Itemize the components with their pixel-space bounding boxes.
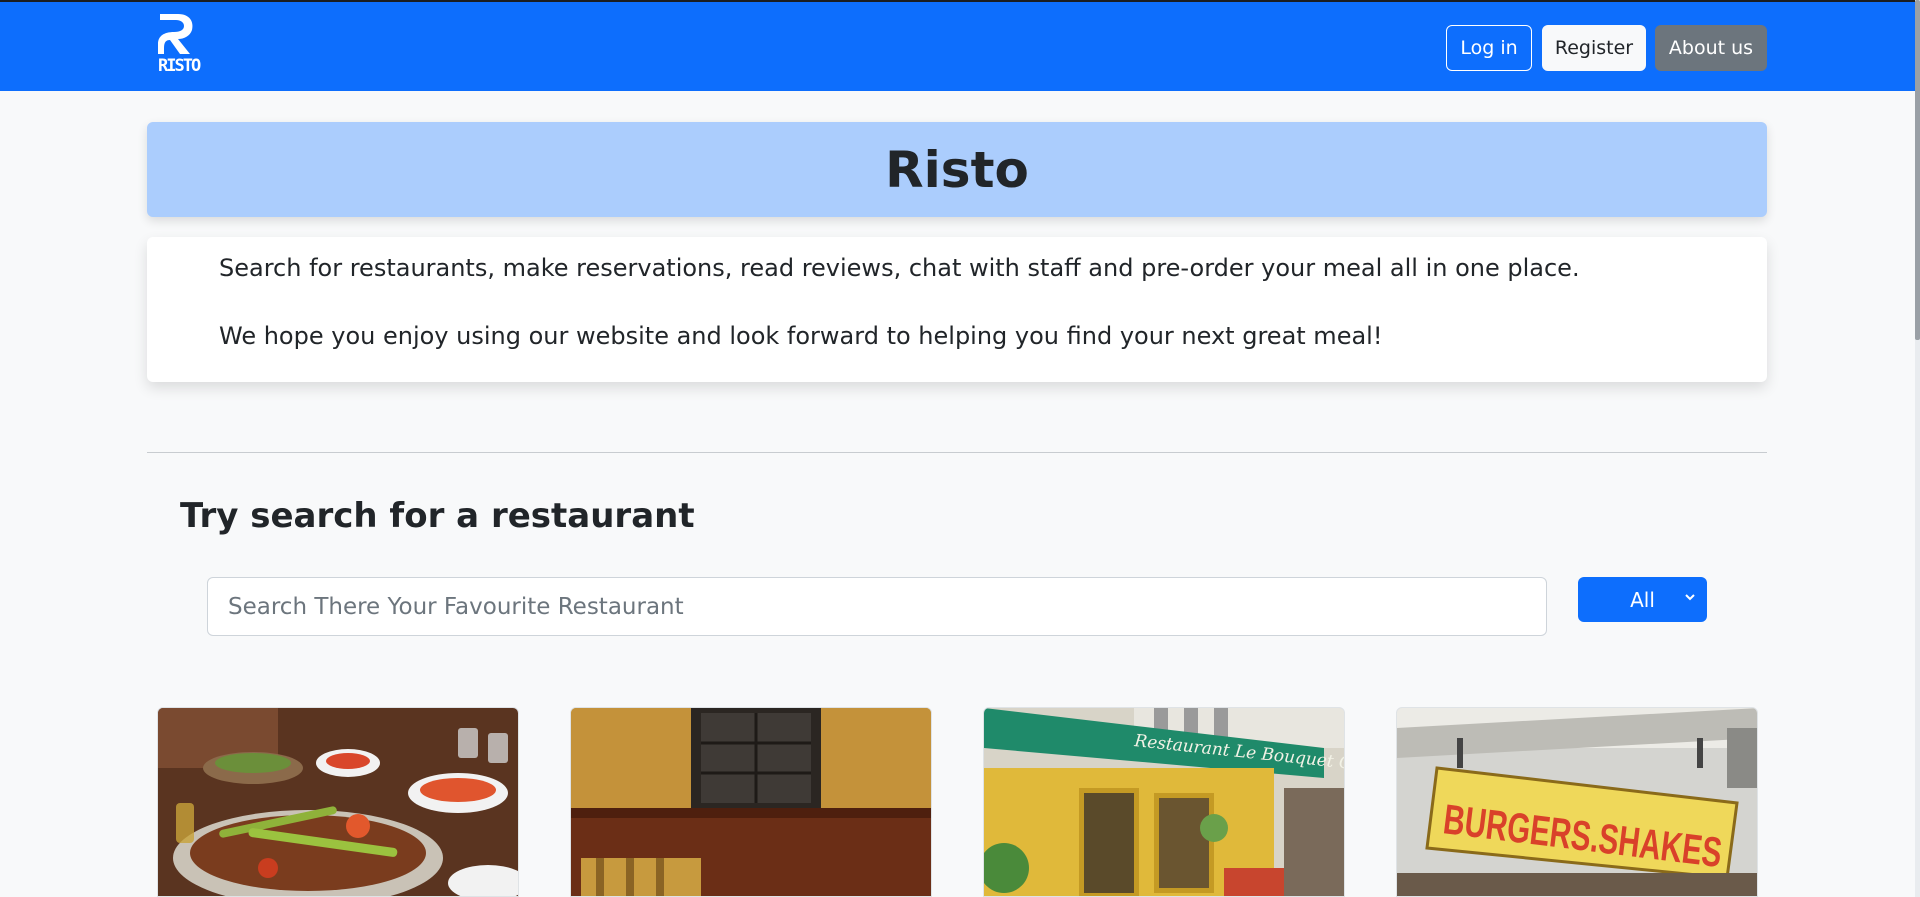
filter-selected-value: All: [1630, 587, 1655, 612]
burger-shop-sign-image: BURGERS.SHAKES: [1397, 708, 1757, 896]
logo-wordmark: RISTO: [158, 56, 201, 76]
risto-logo[interactable]: RISTO: [156, 12, 201, 82]
restaurant-card-image[interactable]: Restaurant Le Bouquet Garni: [983, 707, 1345, 897]
about-us-button[interactable]: About us: [1655, 25, 1767, 71]
restaurant-interior-image: [571, 708, 931, 896]
restaurant-card-image[interactable]: [570, 707, 932, 897]
search-section-heading: Try search for a restaurant: [180, 496, 695, 536]
restaurant-storefront-image: Restaurant Le Bouquet Garni: [984, 708, 1344, 896]
grilled-kebab-platter-image: [158, 708, 518, 896]
restaurant-card-image[interactable]: [157, 707, 519, 897]
logo-r-icon: [158, 14, 193, 54]
section-divider: [147, 452, 1767, 453]
chevron-down-icon: [1685, 594, 1695, 601]
title-banner: Risto: [147, 122, 1767, 217]
login-button[interactable]: Log in: [1446, 25, 1532, 71]
restaurant-search-input[interactable]: [207, 577, 1547, 636]
top-navbar: RISTO Log in Register About us: [0, 0, 1915, 91]
register-button[interactable]: Register: [1542, 25, 1646, 71]
page-title: Risto: [885, 140, 1029, 199]
page-scrollbar-thumb[interactable]: [1915, 0, 1920, 340]
restaurant-card-image[interactable]: BURGERS.SHAKES: [1396, 707, 1758, 897]
intro-card: Search for restaurants, make reservation…: [147, 237, 1767, 382]
category-filter-select[interactable]: All: [1578, 577, 1707, 622]
intro-text-line: Search for restaurants, make reservation…: [219, 254, 1580, 282]
intro-text-line: We hope you enjoy using our website and …: [219, 322, 1383, 350]
